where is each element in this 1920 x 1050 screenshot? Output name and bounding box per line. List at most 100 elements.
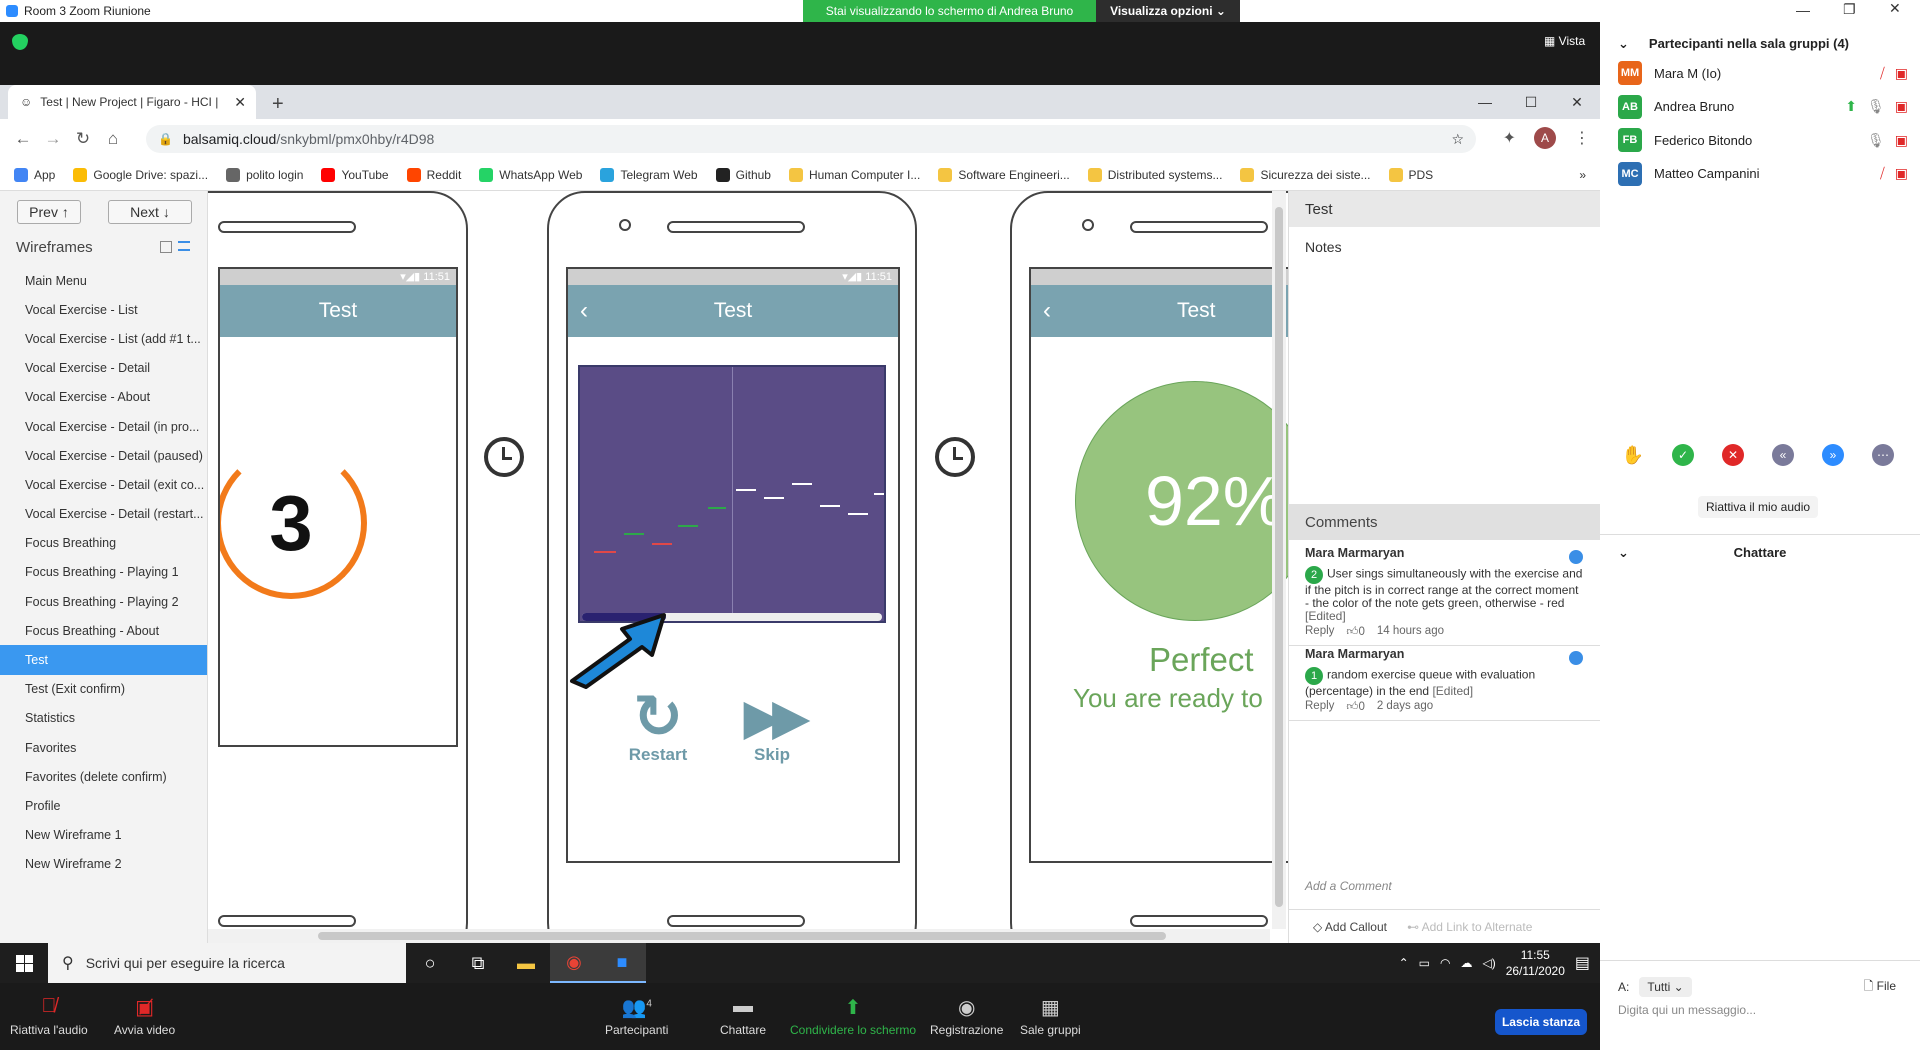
bookmark-item[interactable]: Reddit bbox=[406, 167, 461, 182]
add-link-button[interactable]: ⊷ Add Link to Alternate bbox=[1407, 920, 1532, 934]
bookmark-item[interactable]: PDS bbox=[1388, 167, 1433, 182]
thumbnail-view-icon[interactable] bbox=[160, 241, 172, 253]
wireframe-item[interactable]: Vocal Exercise - About bbox=[0, 383, 207, 412]
taskbar-search[interactable]: ⚲ Scrivi qui per eseguire la ricerca bbox=[48, 943, 406, 983]
wireframe-item[interactable]: Favorites bbox=[0, 733, 207, 762]
unread-dot-icon[interactable] bbox=[1569, 550, 1583, 564]
add-callout-button[interactable]: ◇ Add Callout bbox=[1313, 920, 1387, 934]
battery-icon[interactable]: ▭ bbox=[1419, 956, 1430, 970]
raise-hand-icon[interactable]: ✋ bbox=[1622, 444, 1644, 466]
chat-file-button[interactable]: 🗋 File bbox=[1864, 977, 1896, 998]
forward-icon[interactable]: → bbox=[38, 129, 68, 149]
cortana-icon[interactable]: ○ bbox=[406, 943, 454, 983]
bookmark-item[interactable]: Telegram Web bbox=[600, 167, 698, 182]
wireframe-canvas[interactable]: ▾◢▮ 11:51 Test 3 ▾◢▮ 11:51 ‹ Test ↻ Rest… bbox=[208, 191, 1288, 943]
unmute-me-button[interactable]: Riattiva il mio audio bbox=[1698, 496, 1819, 518]
chat-header[interactable]: ⌄ Chattare bbox=[1600, 534, 1920, 570]
wireframe-item[interactable]: Test bbox=[0, 645, 207, 675]
wireframe-item[interactable]: Profile bbox=[0, 791, 207, 820]
back-chevron-icon[interactable]: ‹ bbox=[1043, 297, 1051, 325]
tab-close-icon[interactable]: ✕ bbox=[234, 94, 246, 111]
back-icon[interactable]: ← bbox=[8, 129, 38, 149]
unread-dot-icon[interactable] bbox=[1569, 651, 1583, 665]
wireframe-item[interactable]: New Wireframe 2 bbox=[0, 850, 207, 879]
windows-start-icon[interactable] bbox=[0, 954, 48, 972]
participant-row[interactable]: MC Matteo Campanini ⧸ ▣ bbox=[1618, 159, 1908, 189]
wireframe-item[interactable]: Main Menu bbox=[0, 266, 207, 295]
breakout-rooms-button[interactable]: ▦ Sale gruppi bbox=[1020, 995, 1081, 1037]
chrome-taskbar-icon[interactable]: ◉ bbox=[550, 943, 598, 983]
add-comment-input[interactable]: Add a Comment bbox=[1305, 879, 1392, 893]
unmute-button[interactable]: 🎙̸ Riattiva l'audio bbox=[10, 995, 88, 1037]
bookmark-item[interactable]: WhatsApp Web bbox=[479, 167, 582, 182]
file-explorer-icon[interactable]: ▬ bbox=[502, 943, 550, 983]
chat-button[interactable]: ▬ Chattare bbox=[720, 995, 766, 1037]
address-bar[interactable]: 🔒 balsamiq.cloud/snkybml/pmx0hby/r4D98 ☆ bbox=[146, 125, 1476, 153]
leave-room-button[interactable]: Lascia stanza bbox=[1495, 1009, 1587, 1035]
extensions-icon[interactable]: ✦ bbox=[1503, 128, 1516, 148]
list-view-icon[interactable] bbox=[178, 241, 190, 251]
tray-chevron-icon[interactable]: ⌃ bbox=[1399, 956, 1409, 970]
reply-link[interactable]: Reply bbox=[1305, 625, 1334, 639]
task-view-icon[interactable]: ⧉ bbox=[454, 943, 502, 983]
bookmark-item[interactable]: Distributed systems... bbox=[1087, 167, 1222, 182]
bookmark-item[interactable]: YouTube bbox=[321, 167, 389, 182]
wireframe-item[interactable]: Vocal Exercise - List (add #1 t... bbox=[0, 324, 207, 353]
wireframe-item[interactable]: Vocal Exercise - Detail (restart... bbox=[0, 500, 207, 529]
more-icon[interactable]: ⋯ bbox=[1872, 444, 1894, 466]
chrome-minimize-icon[interactable]: — bbox=[1462, 85, 1508, 119]
start-video-button[interactable]: ▣̸ Avvia video bbox=[114, 995, 175, 1037]
tray-clock[interactable]: 11:55 26/11/2020 bbox=[1506, 947, 1565, 979]
back-chevron-icon[interactable]: ‹ bbox=[580, 297, 588, 325]
volume-icon[interactable]: ◁) bbox=[1482, 956, 1495, 970]
prev-button[interactable]: Prev ↑ bbox=[17, 200, 81, 224]
new-tab-icon[interactable]: + bbox=[272, 93, 284, 116]
collapse-chevron-icon[interactable]: ⌄ bbox=[1618, 36, 1629, 52]
view-button[interactable]: ▦ Vista bbox=[1544, 34, 1585, 48]
bookmark-item[interactable]: polito login bbox=[226, 167, 303, 182]
participants-button[interactable]: 👥4 Partecipanti bbox=[605, 995, 668, 1037]
wireframe-item[interactable]: Favorites (delete confirm) bbox=[0, 762, 207, 791]
zoom-taskbar-icon[interactable]: ■ bbox=[598, 943, 646, 983]
wireframe-item[interactable]: Vocal Exercise - Detail (in pro... bbox=[0, 412, 207, 441]
close-icon[interactable]: ✕ bbox=[1889, 0, 1901, 17]
wireframe-item[interactable]: Test (Exit confirm) bbox=[0, 675, 207, 704]
chat-to-select[interactable]: Tutti ⌄ bbox=[1639, 977, 1692, 997]
scroll-thumb[interactable] bbox=[318, 932, 1166, 940]
skip-button[interactable]: ▶▶ Skip bbox=[732, 689, 812, 765]
wireframe-item[interactable]: Focus Breathing - Playing 1 bbox=[0, 558, 207, 587]
bookmark-item[interactable]: Google Drive: spazi... bbox=[73, 167, 208, 182]
chrome-maximize-icon[interactable]: ☐ bbox=[1508, 85, 1554, 119]
restore-icon[interactable]: ❐ bbox=[1843, 1, 1856, 18]
wifi-icon[interactable]: ◠ bbox=[1440, 956, 1450, 970]
bookmark-item[interactable]: Sicurezza dei siste... bbox=[1240, 167, 1371, 182]
chrome-close-icon[interactable]: ✕ bbox=[1554, 85, 1600, 119]
participant-row[interactable]: MM Mara M (Io) ⧸ ▣ bbox=[1618, 58, 1908, 88]
bookmark-item[interactable]: App bbox=[14, 167, 55, 182]
bookmark-item[interactable]: Software Engineeri... bbox=[938, 167, 1070, 182]
notifications-icon[interactable]: ▤ bbox=[1575, 953, 1590, 973]
chat-message-input[interactable]: Digita qui un messaggio... bbox=[1618, 1003, 1756, 1017]
profile-avatar[interactable]: A bbox=[1534, 127, 1556, 149]
wireframe-item[interactable]: Vocal Exercise - Detail (exit co... bbox=[0, 470, 207, 499]
share-screen-button[interactable]: ⬆ Condividere lo schermo bbox=[790, 995, 916, 1037]
bookmark-item[interactable]: Github bbox=[715, 167, 771, 182]
reply-link[interactable]: Reply bbox=[1305, 700, 1334, 714]
security-shield-icon[interactable] bbox=[12, 34, 28, 50]
no-icon[interactable]: ✕ bbox=[1722, 444, 1744, 466]
like-button[interactable]: 👍︎0 bbox=[1346, 700, 1364, 714]
bookmark-item[interactable]: Human Computer I... bbox=[788, 167, 920, 182]
go-faster-icon[interactable]: » bbox=[1822, 444, 1844, 466]
notes-field[interactable]: Notes bbox=[1289, 227, 1600, 267]
canvas-vertical-scrollbar[interactable] bbox=[1272, 191, 1286, 929]
yes-icon[interactable]: ✓ bbox=[1672, 444, 1694, 466]
wireframe-item[interactable]: Statistics bbox=[0, 704, 207, 733]
bookmark-star-icon[interactable]: ☆ bbox=[1451, 131, 1464, 148]
wireframe-item[interactable]: Focus Breathing - Playing 2 bbox=[0, 587, 207, 616]
scroll-thumb[interactable] bbox=[1275, 207, 1283, 907]
restart-button[interactable]: ↻ Restart bbox=[618, 687, 698, 765]
participant-row[interactable]: FB Federico Bitondo 🎙︎ ▣ bbox=[1618, 125, 1908, 155]
reload-icon[interactable]: ↻ bbox=[68, 129, 98, 149]
browser-tab[interactable]: ☺ Test | New Project | Figaro - HCI | ✕ bbox=[8, 85, 256, 119]
record-button[interactable]: ◉ Registrazione bbox=[930, 995, 1003, 1037]
